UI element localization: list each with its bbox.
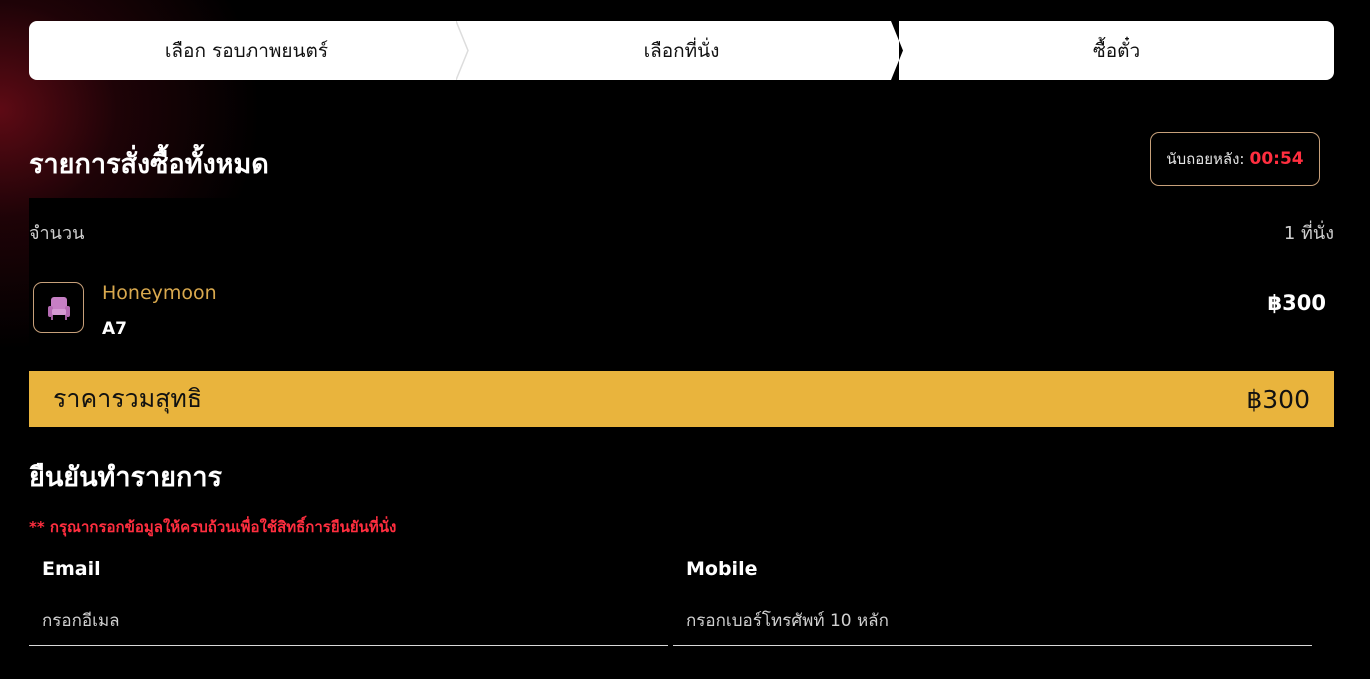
email-field-group: Email [29, 558, 668, 646]
total-label: ราคารวมสุทธิ [53, 384, 203, 413]
step-label: เลือกที่นั่ง [643, 39, 720, 62]
countdown-timer: นับถอยหลัง: 00:54 [1150, 132, 1320, 186]
mobile-field-group: Mobile [673, 558, 1312, 646]
booking-stepper: เลือก รอบภาพยนตร์ เลือกที่นั่ง ซื้อตั๋ว [29, 21, 1334, 80]
seat-type: Honeymoon [102, 282, 217, 304]
order-summary: จำนวน 1 ที่นั่ง Honeymoon A7 ฿300 [29, 198, 1334, 370]
countdown-time: 00:54 [1249, 149, 1304, 169]
total-value: ฿300 [1246, 384, 1310, 414]
mobile-input[interactable] [673, 596, 1312, 646]
seat-code: A7 [102, 319, 127, 339]
step-select-showtime[interactable]: เลือก รอบภาพยนตร์ [29, 21, 469, 80]
step-separator-icon [456, 21, 469, 80]
step-label: ซื้อตั๋ว [1092, 39, 1141, 62]
step-separator-icon [891, 21, 903, 80]
total-price-bar: ราคารวมสุทธิ ฿300 [29, 371, 1334, 427]
mobile-label: Mobile [686, 558, 758, 580]
required-warning: ** กรุณากรอกข้อมูลให้ครบถ้วนเพื่อใช้สิทธ… [29, 518, 397, 536]
countdown-label: นับถอยหลัง: [1166, 150, 1245, 168]
email-input[interactable] [29, 596, 668, 646]
quantity-label: จำนวน [29, 223, 85, 244]
email-label: Email [42, 558, 101, 580]
seat-icon [33, 282, 84, 333]
step-select-seat[interactable]: เลือกที่นั่ง [464, 21, 903, 80]
quantity-value: 1 ที่นั่ง [1283, 223, 1334, 244]
page-title: รายการสั่งซื้อทั้งหมด [29, 149, 269, 180]
confirm-title: ยืนยันทำรายการ [29, 462, 223, 493]
step-buy-ticket[interactable]: ซื้อตั๋ว [899, 21, 1334, 80]
step-label: เลือก รอบภาพยนตร์ [164, 39, 329, 62]
seat-price: ฿300 [1267, 291, 1326, 315]
